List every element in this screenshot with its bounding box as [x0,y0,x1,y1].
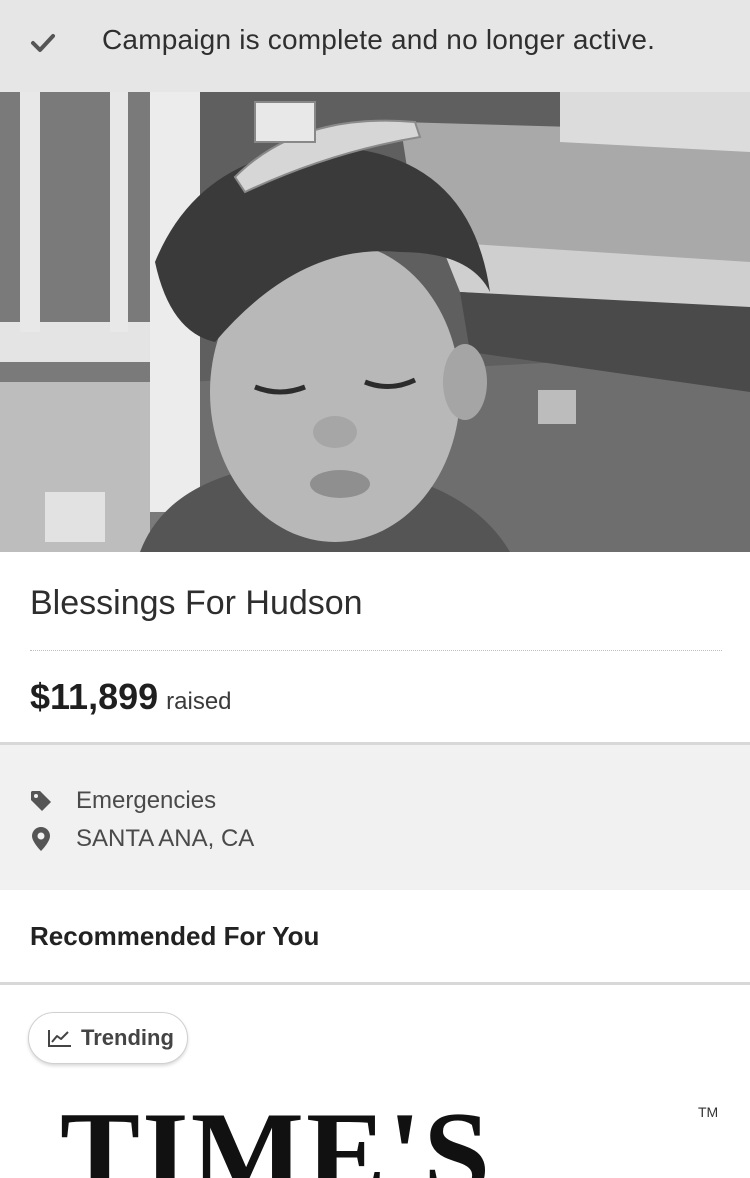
recommended-heading: Recommended For You [30,921,320,951]
recommended-card-image[interactable]: TIME'S [60,1094,700,1178]
map-pin-icon [30,827,52,851]
card-heading: TIME'S [60,1094,493,1178]
tag-icon [30,790,52,812]
checkmark-icon [31,34,55,52]
campaign-title-section: Blessings For Hudson [0,552,750,652]
raised-label: raised [166,688,232,715]
location-label: SANTA ANA, CA [76,825,255,852]
trademark-mark: TM [698,1104,719,1120]
campaign-status-banner: Campaign is complete and no longer activ… [0,0,750,92]
location-row: SANTA ANA, CA [30,825,254,853]
trending-label: Trending [81,1025,174,1050]
trending-badge[interactable]: Trending [28,1012,188,1064]
recommended-section: Recommended For You [0,890,750,983]
campaign-meta: Emergencies SANTA ANA, CA [0,745,750,890]
divider [30,650,722,651]
category-row[interactable]: Emergencies [30,787,216,815]
amount-raised: $11,899 raised [30,676,232,718]
category-label: Emergencies [76,787,217,814]
campaign-photo [0,92,750,552]
banner-text: Campaign is complete and no longer activ… [102,24,656,55]
campaign-title: Blessings For Hudson [30,584,363,622]
trending-chart-icon [48,1030,71,1047]
divider [0,982,750,985]
raised-amount: $11,899 [30,676,159,717]
